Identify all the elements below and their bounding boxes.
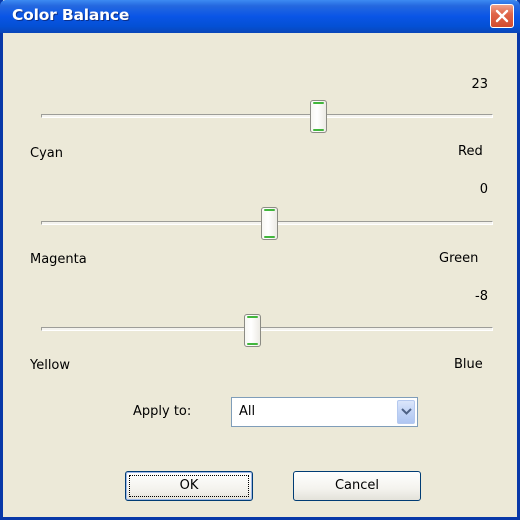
magenta-green-value: 0 [479, 182, 488, 197]
cancel-button-label: Cancel [334, 478, 380, 493]
cyan-red-value: 23 [471, 77, 488, 92]
chevron-down-icon [401, 408, 412, 415]
color-balance-dialog: Color Balance 23 Cyan Red 0 Magenta Gree… [0, 0, 520, 520]
title-bar[interactable]: Color Balance [0, 0, 520, 33]
cyan-label: Cyan [30, 146, 63, 161]
magenta-label: Magenta [30, 252, 87, 267]
yellow-label: Yellow [30, 358, 71, 373]
cancel-button[interactable]: Cancel [293, 471, 421, 501]
focus-rectangle [129, 475, 249, 497]
yellow-blue-value: -8 [475, 289, 488, 304]
cyan-red-slider-thumb[interactable] [310, 100, 327, 133]
yellow-blue-slider-thumb[interactable] [244, 314, 261, 347]
apply-to-label: Apply to: [133, 404, 192, 419]
red-label: Red [458, 144, 483, 159]
close-button[interactable] [490, 4, 514, 28]
close-icon [495, 9, 509, 23]
yellow-blue-track[interactable] [41, 327, 493, 331]
apply-to-dropdown[interactable]: All [231, 397, 418, 427]
green-label: Green [439, 251, 479, 266]
magenta-green-slider-thumb[interactable] [261, 207, 278, 240]
cyan-red-track[interactable] [41, 114, 493, 118]
window-title: Color Balance [12, 6, 130, 24]
blue-label: Blue [454, 357, 483, 372]
dropdown-arrow-button[interactable] [397, 400, 415, 424]
ok-button[interactable]: OK [125, 471, 253, 501]
apply-to-selected-value: All [239, 404, 256, 419]
